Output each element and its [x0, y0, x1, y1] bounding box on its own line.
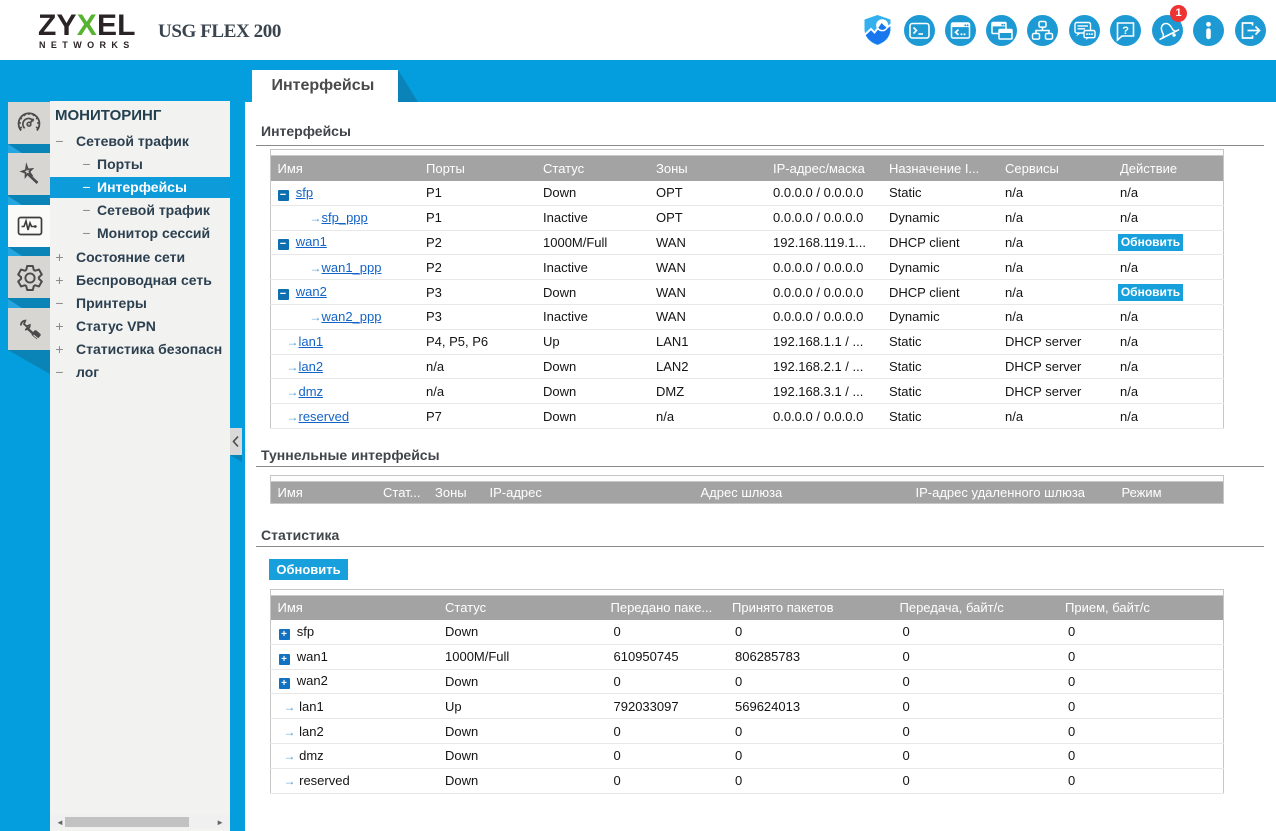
svg-text:?: ? [1122, 25, 1129, 37]
